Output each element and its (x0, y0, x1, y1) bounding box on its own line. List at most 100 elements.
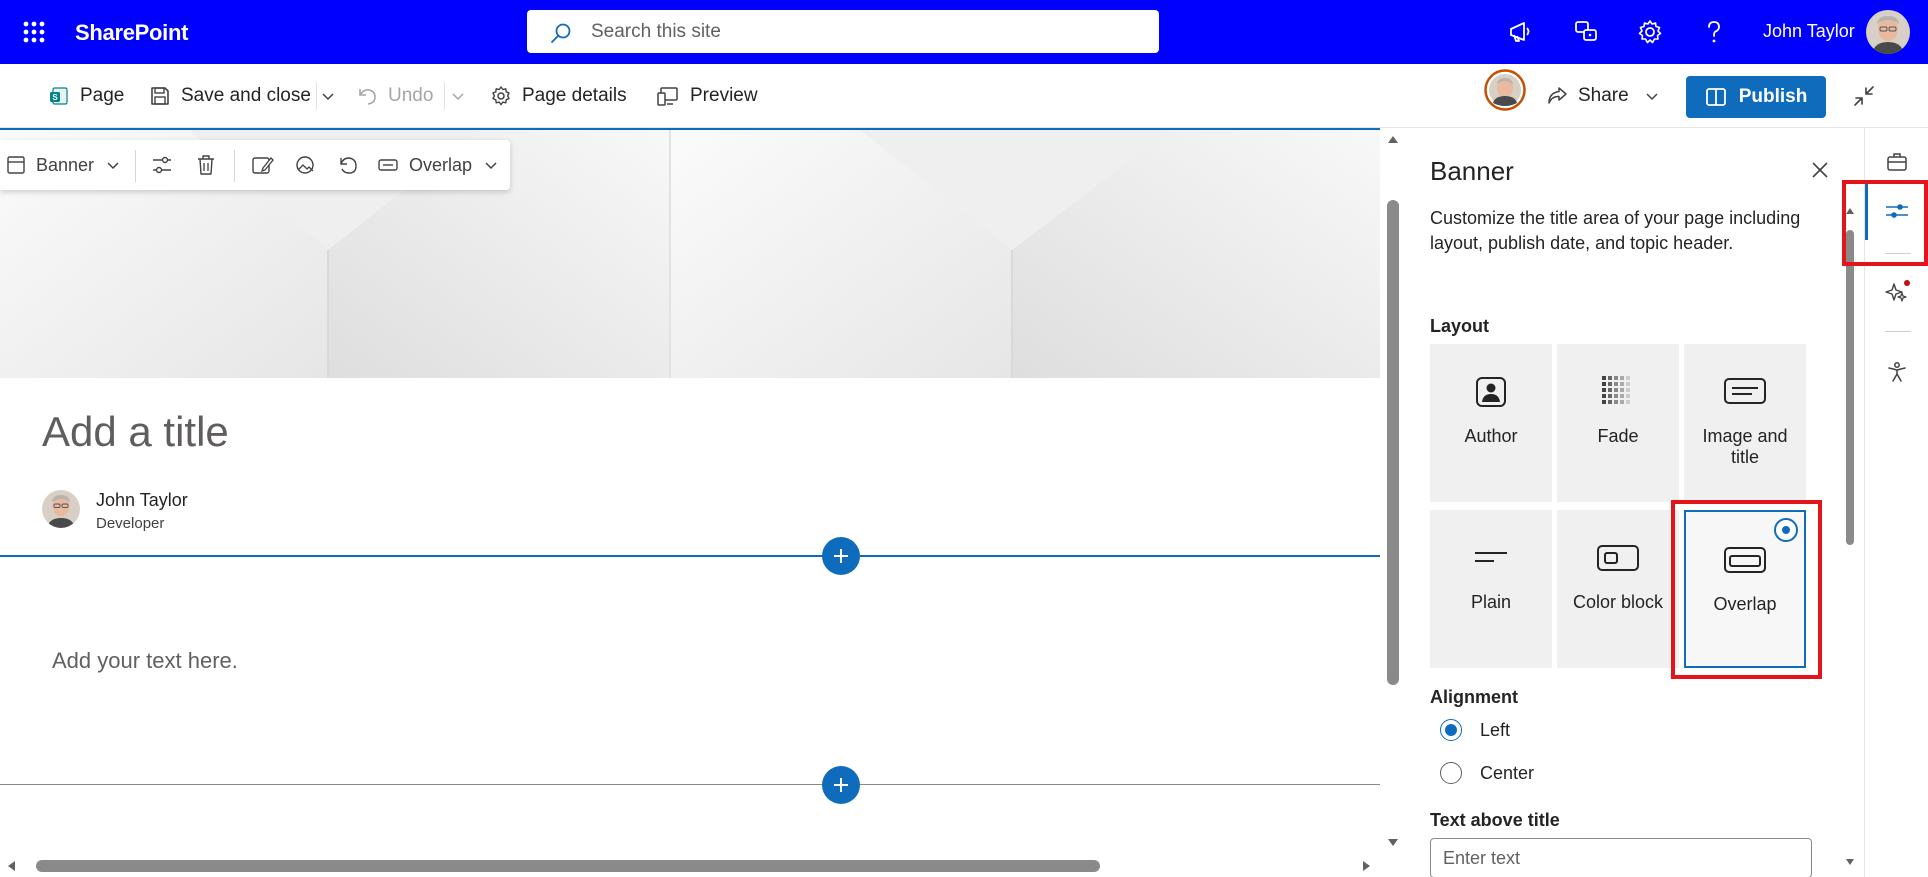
undo-icon (356, 85, 378, 107)
divider (1885, 331, 1911, 332)
delete-icon[interactable] (194, 150, 218, 180)
app-brand[interactable]: SharePoint (75, 20, 188, 46)
layout-option-author[interactable]: Author (1430, 344, 1552, 502)
share-icon (1546, 85, 1568, 107)
undo-label: Undo (388, 85, 434, 106)
banner-image[interactable]: Banner Overlap (0, 130, 1380, 378)
save-and-close-label: Save and close (181, 85, 311, 106)
save-and-close-button[interactable]: Save and close (149, 81, 311, 111)
scroll-down-arrow-icon[interactable] (1845, 858, 1855, 867)
layout-heading: Layout (1430, 316, 1490, 336)
overlap-layout-icon (377, 155, 399, 175)
avatar[interactable] (1866, 10, 1910, 54)
scrollbar-thumb[interactable] (36, 860, 1100, 872)
undo-button[interactable]: Undo (356, 81, 433, 111)
banner-dropdown[interactable]: Banner (6, 150, 120, 180)
publish-button[interactable]: Publish (1686, 76, 1826, 118)
save-icon (149, 85, 171, 107)
search-icon (549, 21, 573, 45)
alignment-option-left[interactable]: Left (1440, 717, 1510, 743)
share-button[interactable]: Share (1546, 81, 1659, 111)
settings-icon (490, 85, 512, 107)
site-search-box[interactable] (527, 10, 1159, 53)
divider (316, 82, 317, 110)
radio-button[interactable] (1440, 762, 1462, 784)
layout-option-color-block[interactable]: Color block (1557, 510, 1679, 668)
publish-label: Publish (1738, 86, 1808, 107)
image-focus-icon[interactable] (293, 150, 317, 180)
scrollbar-thumb[interactable] (1846, 230, 1854, 545)
plain-layout-icon (1474, 538, 1508, 578)
add-section-button[interactable] (822, 766, 860, 804)
divider (444, 82, 445, 110)
editor-avatar[interactable] (1484, 69, 1526, 111)
canvas-vertical-scrollbar[interactable] (1383, 128, 1403, 850)
alignment-heading: Alignment (1430, 687, 1518, 707)
scroll-down-arrow-icon[interactable] (1387, 838, 1399, 848)
text-webpart-placeholder[interactable]: Add your text here. (52, 648, 238, 674)
page-button[interactable]: S Page (48, 81, 124, 111)
chat-icon[interactable] (1572, 18, 1600, 46)
preview-label: Preview (690, 85, 758, 106)
accessibility-icon[interactable] (1877, 352, 1917, 392)
layout-option-plain[interactable]: Plain (1430, 510, 1552, 668)
reset-icon[interactable] (336, 150, 360, 180)
radio-label: Center (1480, 762, 1535, 783)
alignment-option-center[interactable]: Center (1440, 760, 1534, 786)
scroll-left-arrow-icon[interactable] (6, 860, 16, 872)
banner-dropdown-label: Banner (36, 154, 95, 175)
layout-dropdown-label: Overlap (409, 154, 473, 175)
fade-layout-icon (1601, 372, 1635, 412)
preview-button[interactable]: Preview (656, 81, 758, 111)
layout-option-label: Author (1464, 426, 1518, 446)
save-options-chevron-icon[interactable] (321, 81, 335, 111)
close-icon[interactable] (1810, 160, 1830, 180)
page-button-label: Page (80, 85, 125, 106)
book-icon (1705, 86, 1727, 108)
edit-image-icon[interactable] (250, 150, 274, 180)
collapse-icon[interactable] (1852, 81, 1876, 111)
suite-bar: SharePoint John Taylor (0, 0, 1928, 64)
share-chevron-icon (1645, 89, 1659, 103)
toolbox-icon[interactable] (1877, 142, 1917, 182)
edit-properties-icon[interactable] (150, 150, 174, 180)
canvas-horizontal-scrollbar[interactable] (0, 855, 1380, 877)
undo-options-chevron-icon[interactable] (451, 81, 465, 111)
text-above-title-heading: Text above title (1430, 810, 1560, 830)
user-name[interactable]: John Taylor (1763, 21, 1855, 42)
preview-icon (656, 85, 680, 107)
text-above-title-input[interactable] (1430, 838, 1812, 877)
banner-icon (6, 155, 26, 175)
scrollbar-thumb[interactable] (1387, 200, 1399, 685)
page-details-button[interactable]: Page details (490, 81, 627, 111)
author-name: John Taylor (96, 490, 188, 510)
radio-label: Left (1480, 719, 1511, 740)
divider (234, 150, 235, 182)
copilot-sparkle-icon[interactable] (1877, 272, 1917, 312)
layout-option-fade[interactable]: Fade (1557, 344, 1679, 502)
layout-option-label: Color block (1572, 592, 1664, 612)
app-launcher-icon[interactable] (16, 14, 52, 50)
properties-highlight-box (1842, 180, 1928, 266)
add-section-button[interactable] (822, 537, 860, 575)
banner-webpart-toolbar: Banner Overlap (0, 140, 510, 190)
help-icon[interactable] (1700, 18, 1728, 46)
chevron-down-icon (484, 158, 498, 172)
radio-button[interactable] (1440, 719, 1462, 741)
scroll-right-arrow-icon[interactable] (1362, 860, 1372, 872)
pane-title: Banner (1430, 156, 1514, 186)
gear-icon[interactable] (1636, 18, 1664, 46)
search-input[interactable] (591, 10, 1131, 53)
page-title[interactable]: Add a title (42, 408, 229, 456)
pane-scrollbar[interactable] (1844, 200, 1856, 868)
layout-option-image-and-title[interactable]: Image and title (1684, 344, 1806, 502)
author-layout-icon (1474, 372, 1508, 412)
color-block-layout-icon (1596, 538, 1640, 578)
layout-dropdown[interactable]: Overlap (377, 150, 498, 180)
scroll-up-arrow-icon[interactable] (1387, 134, 1399, 144)
sharepoint-page-icon: S (48, 85, 70, 107)
section-divider (0, 555, 1380, 557)
megaphone-icon[interactable] (1506, 18, 1534, 46)
section-divider (0, 784, 1380, 785)
svg-text:S: S (52, 93, 58, 102)
